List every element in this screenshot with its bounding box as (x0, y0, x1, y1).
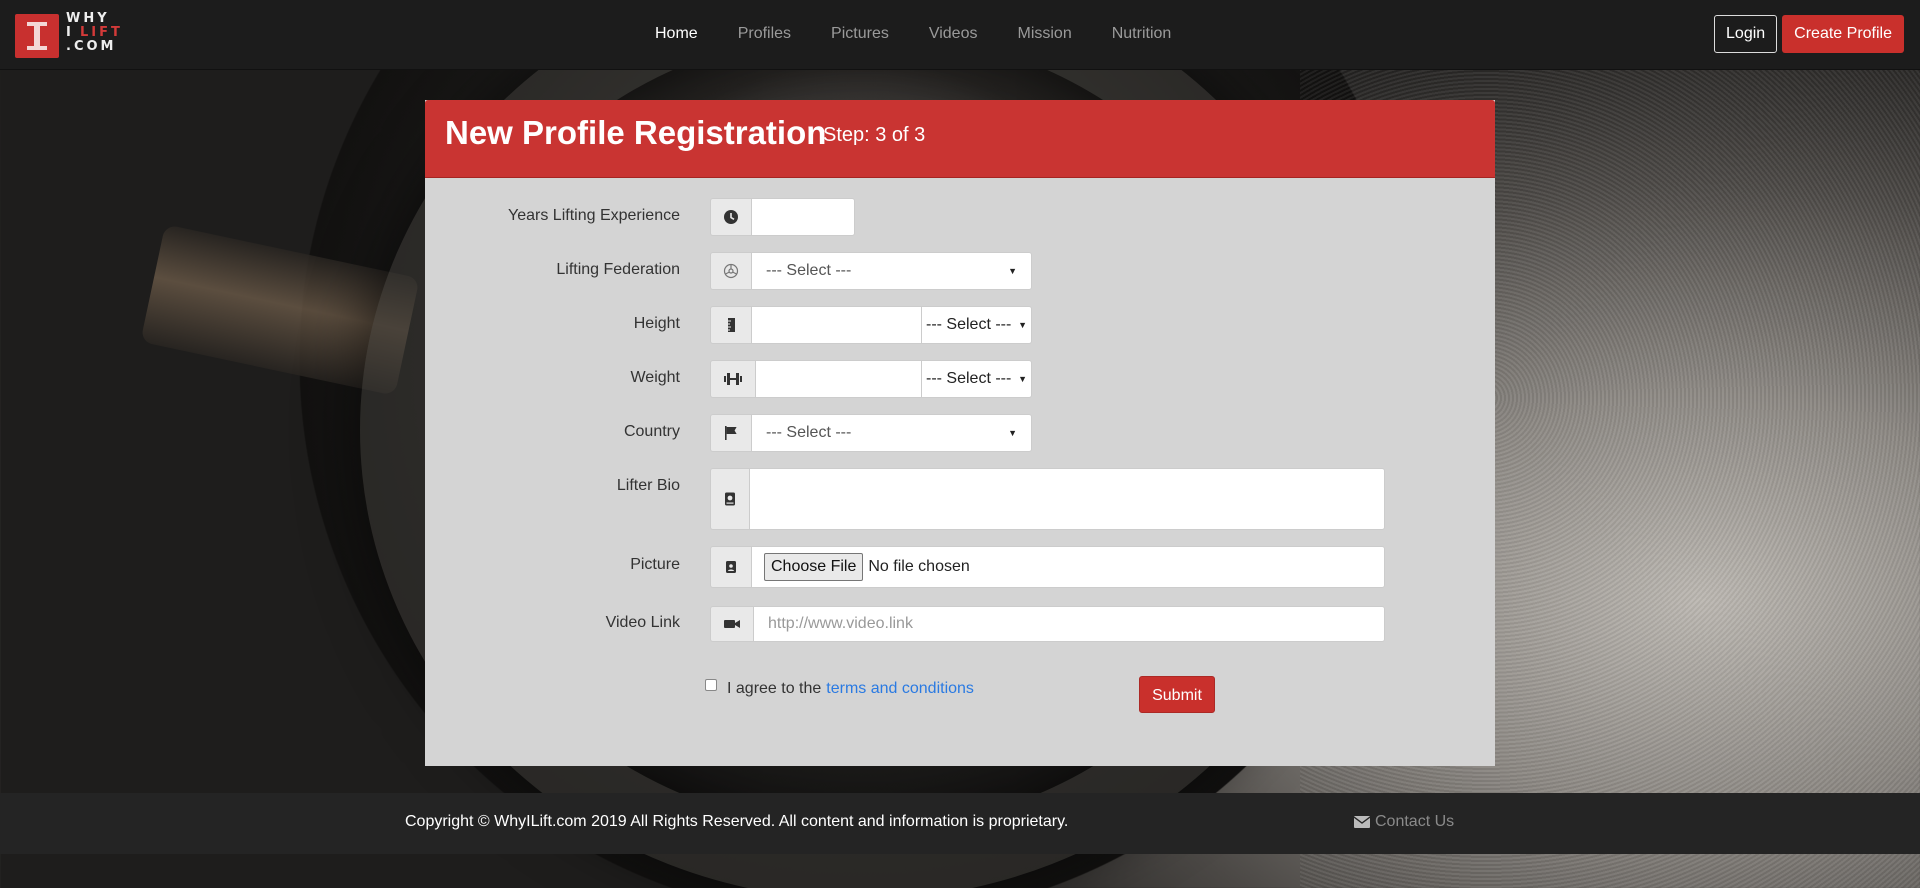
create-profile-button[interactable]: Create Profile (1782, 15, 1904, 53)
nav-nutrition[interactable]: Nutrition (1097, 0, 1187, 70)
navbar: WHY I LIFT .COM Home Profiles Pictures V… (0, 0, 1920, 70)
nav-mission[interactable]: Mission (1002, 0, 1086, 70)
contact-link[interactable]: Contact Us (1354, 813, 1454, 831)
flag-icon (710, 414, 751, 452)
submit-button[interactable]: Submit (1139, 676, 1215, 713)
terms-text: I agree to the (727, 680, 822, 697)
contact-icon (710, 546, 751, 588)
height-input[interactable] (751, 306, 922, 344)
video-row: Video Link http://www.video.link (425, 606, 1495, 642)
contact-label: Contact Us (1375, 813, 1455, 830)
nav-home[interactable]: Home (640, 0, 713, 70)
clock-icon (710, 198, 751, 236)
federation-icon (710, 252, 751, 290)
registration-panel: New Profile Registration Step: 3 of 3 Ye… (425, 100, 1495, 766)
video-icon (710, 606, 753, 642)
weight-label: Weight (630, 369, 680, 386)
federation-select[interactable]: --- Select --- ▼ (751, 252, 1032, 290)
weight-row: Weight --- Select --- ▼ (425, 360, 1495, 398)
file-status: No file chosen (868, 558, 970, 575)
terms-checkbox[interactable] (705, 679, 717, 691)
panel-header: New Profile Registration Step: 3 of 3 (425, 100, 1495, 178)
footer: Copyright © WhyILift.com 2019 All Rights… (0, 793, 1920, 854)
bio-label: Lifter Bio (616, 477, 680, 494)
federation-label: Lifting Federation (556, 261, 680, 278)
years-row: Years Lifting Experience (425, 198, 1495, 236)
step-indicator: Step: 3 of 3 (823, 124, 926, 146)
book-icon (710, 468, 749, 530)
login-button[interactable]: Login (1714, 15, 1778, 53)
nav-actions: Login Create Profile (1714, 15, 1904, 53)
video-label: Video Link (605, 614, 680, 631)
weight-unit-select[interactable]: --- Select --- ▼ (922, 360, 1032, 398)
chevron-down-icon: ▼ (1018, 320, 1027, 330)
envelope-icon (1354, 816, 1370, 828)
chevron-down-icon: ▼ (1008, 428, 1017, 438)
choose-file-button[interactable]: Choose File (764, 553, 864, 581)
nav-pictures[interactable]: Pictures (816, 0, 904, 70)
country-label: Country (623, 423, 680, 440)
country-row: Country --- Select --- ▼ (425, 414, 1495, 452)
chevron-down-icon: ▼ (1018, 374, 1027, 384)
bio-textarea[interactable] (749, 468, 1385, 530)
federation-row: Lifting Federation --- Select --- ▼ (425, 252, 1495, 290)
ruler-icon (710, 306, 751, 344)
bio-row: Lifter Bio (425, 468, 1495, 530)
height-label: Height (633, 315, 680, 332)
logo-wordmark: WHY I LIFT .COM (66, 11, 123, 54)
terms-link[interactable]: terms and conditions (826, 680, 974, 698)
terms-agreement: I agree to the terms and conditions (705, 679, 974, 698)
dumbbell-logo-icon (15, 14, 59, 58)
site-logo[interactable]: WHY I LIFT .COM (15, 12, 120, 60)
height-row: Height --- Select --- ▼ (425, 306, 1495, 344)
copyright-text: Copyright © WhyILift.com 2019 All Rights… (405, 813, 1069, 830)
picture-label: Picture (630, 556, 680, 573)
country-select[interactable]: --- Select --- ▼ (751, 414, 1032, 452)
picture-row: Picture Choose File No file chosen (425, 546, 1495, 588)
video-link-input[interactable]: http://www.video.link (753, 606, 1385, 642)
main-nav: Home Profiles Pictures Videos Mission Nu… (640, 0, 1196, 70)
years-input[interactable] (751, 198, 855, 236)
weight-input[interactable] (755, 360, 922, 398)
dumbbell-icon (710, 360, 755, 398)
chevron-down-icon: ▼ (1008, 266, 1017, 276)
nav-videos[interactable]: Videos (914, 0, 993, 70)
years-label: Years Lifting Experience (508, 207, 680, 224)
picture-file-input: Choose File No file chosen (751, 546, 1385, 588)
page-title: New Profile Registration (445, 114, 827, 151)
nav-profiles[interactable]: Profiles (723, 0, 806, 70)
height-unit-select[interactable]: --- Select --- ▼ (922, 306, 1032, 344)
